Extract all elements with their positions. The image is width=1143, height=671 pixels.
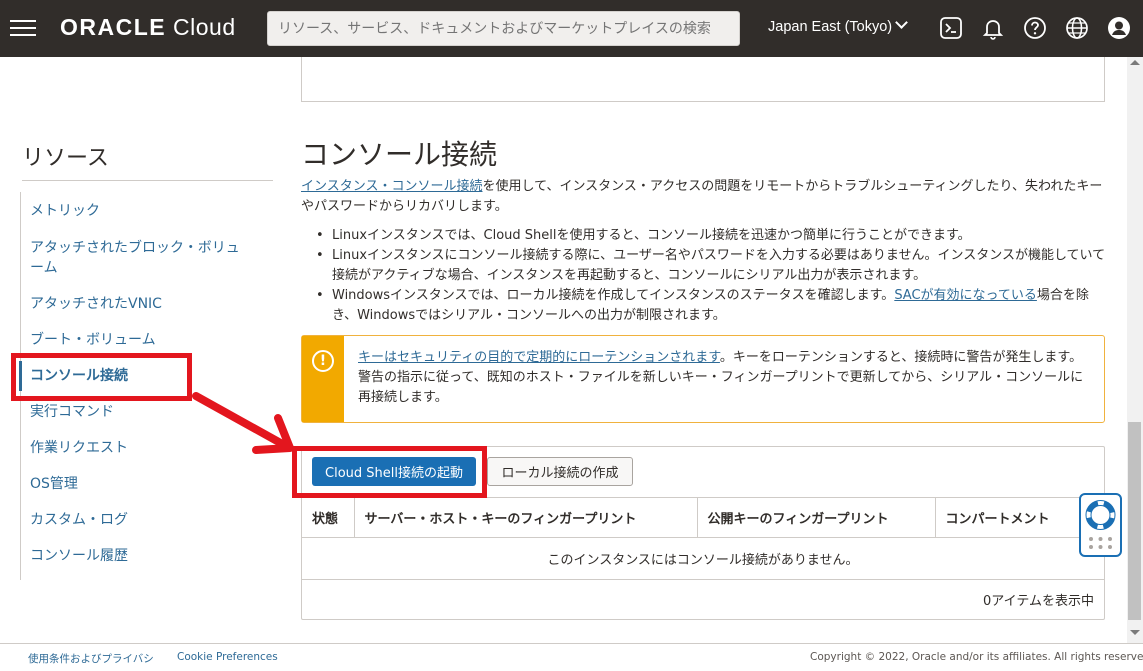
sidebar-item-work-requests[interactable]: 作業リクエスト	[30, 438, 128, 458]
bullet-linux-cloud-shell: Linuxインスタンスでは、Cloud Shellを使用すると、コンソール接続を…	[316, 226, 1106, 246]
copyright-text: Copyright © 2022, Oracle and/or its affi…	[810, 651, 1143, 663]
info-bullet-list: Linuxインスタンスでは、Cloud Shellを使用すると、コンソール接続を…	[316, 226, 1106, 326]
sidebar-item-metrics[interactable]: メトリック	[30, 201, 100, 221]
terms-privacy-link[interactable]: 使用条件およびプライバシ	[28, 651, 154, 666]
menu-icon[interactable]	[10, 15, 36, 41]
table-row: このインスタンスにはコンソール接続がありません。	[302, 537, 1104, 580]
sidebar-item-run-command[interactable]: 実行コマンド	[30, 402, 114, 422]
lifebuoy-icon	[1085, 500, 1116, 549]
empty-table-message: このインスタンスにはコンソール接続がありません。	[302, 537, 1104, 580]
scroll-up-arrow-icon[interactable]	[1130, 60, 1140, 65]
previous-section-panel	[301, 57, 1105, 102]
scrollbar-thumb[interactable]	[1128, 422, 1141, 620]
warning-icon: !	[312, 350, 334, 372]
sidebar-divider	[22, 180, 273, 181]
page-footer: 使用条件およびプライバシ Cookie Preferences Copyrigh…	[0, 643, 1143, 671]
column-header-state[interactable]: 状態	[302, 497, 355, 538]
table-header-row: 状態 サーバー・ホスト・キーのフィンガープリント 公開キーのフィンガープリント …	[302, 497, 1104, 538]
sidebar-item-attached-block-volumes[interactable]: アタッチされたブロック・ボリュ	[30, 238, 240, 258]
sac-enabled-link[interactable]: SACが有効になっている	[894, 288, 1037, 303]
warning-banner: ! キーはセキュリティの目的で定期的にローテンションされます。キーをローテンショ…	[301, 335, 1105, 423]
instance-console-connection-link[interactable]: インスタンス・コンソール接続	[301, 179, 482, 194]
cloud-shell-icon[interactable]	[938, 15, 964, 41]
bullet-linux-no-credentials: Linuxインスタンスにコンソール接続する際に、ユーザー名やパスワードを入力する…	[316, 246, 1106, 286]
cookie-preferences-link[interactable]: Cookie Preferences	[177, 651, 278, 663]
user-profile-icon[interactable]	[1106, 15, 1132, 41]
sidebar-item-console-history[interactable]: コンソール履歴	[30, 546, 128, 566]
sidebar-item-boot-volume[interactable]: ブート・ボリューム	[30, 330, 156, 350]
create-local-connection-button[interactable]: ローカル接続の作成	[487, 457, 633, 486]
item-count: 0アイテムを表示中	[983, 594, 1094, 609]
top-navigation-bar: ORACLE Cloud Japan East (Tokyo)	[0, 0, 1143, 57]
help-widget[interactable]	[1079, 493, 1122, 557]
oracle-cloud-logo[interactable]: ORACLE Cloud	[60, 14, 236, 41]
bell-icon[interactable]	[980, 15, 1006, 41]
page-title: コンソール接続	[301, 138, 498, 171]
search-input[interactable]	[267, 11, 740, 46]
sidebar-item-custom-logs[interactable]: カスタム・ログ	[30, 510, 128, 530]
key-rotation-link[interactable]: キーはセキュリティの目的で定期的にローテンションされます	[358, 350, 720, 365]
annotation-box-button	[292, 446, 487, 498]
column-header-public-key-fingerprint[interactable]: 公開キーのフィンガープリント	[697, 497, 936, 538]
column-header-server-host-key-fingerprint[interactable]: サーバー・ホスト・キーのフィンガープリント	[354, 497, 698, 538]
warning-text: キーはセキュリティの目的で定期的にローテンションされます。キーをローテンションす…	[358, 350, 1084, 405]
sidebar-item-os-management[interactable]: OS管理	[30, 474, 78, 494]
annotation-box-sidebar	[11, 353, 192, 401]
region-selector[interactable]: Japan East (Tokyo)	[768, 16, 908, 35]
section-description: インスタンス・コンソール接続を使用して、インスタンス・アクセスの問題をリモートか…	[301, 179, 1103, 214]
annotation-arrow	[192, 392, 294, 454]
console-connections-table: 状態 サーバー・ホスト・キーのフィンガープリント 公開キーのフィンガープリント …	[302, 497, 1104, 580]
chevron-down-icon	[895, 16, 908, 29]
sidebar-item-attached-vnics[interactable]: アタッチされたVNIC	[30, 294, 162, 314]
bullet-windows: Windowsインスタンスでは、ローカル接続を作成してインスタンスのステータスを…	[316, 286, 1106, 326]
globe-icon[interactable]	[1064, 15, 1090, 41]
sidebar-item-attached-block-volumes-cont[interactable]: ーム	[30, 258, 58, 278]
sidebar-title: リソース	[22, 146, 109, 171]
scroll-down-arrow-icon[interactable]	[1130, 630, 1140, 635]
help-icon[interactable]	[1022, 15, 1048, 41]
